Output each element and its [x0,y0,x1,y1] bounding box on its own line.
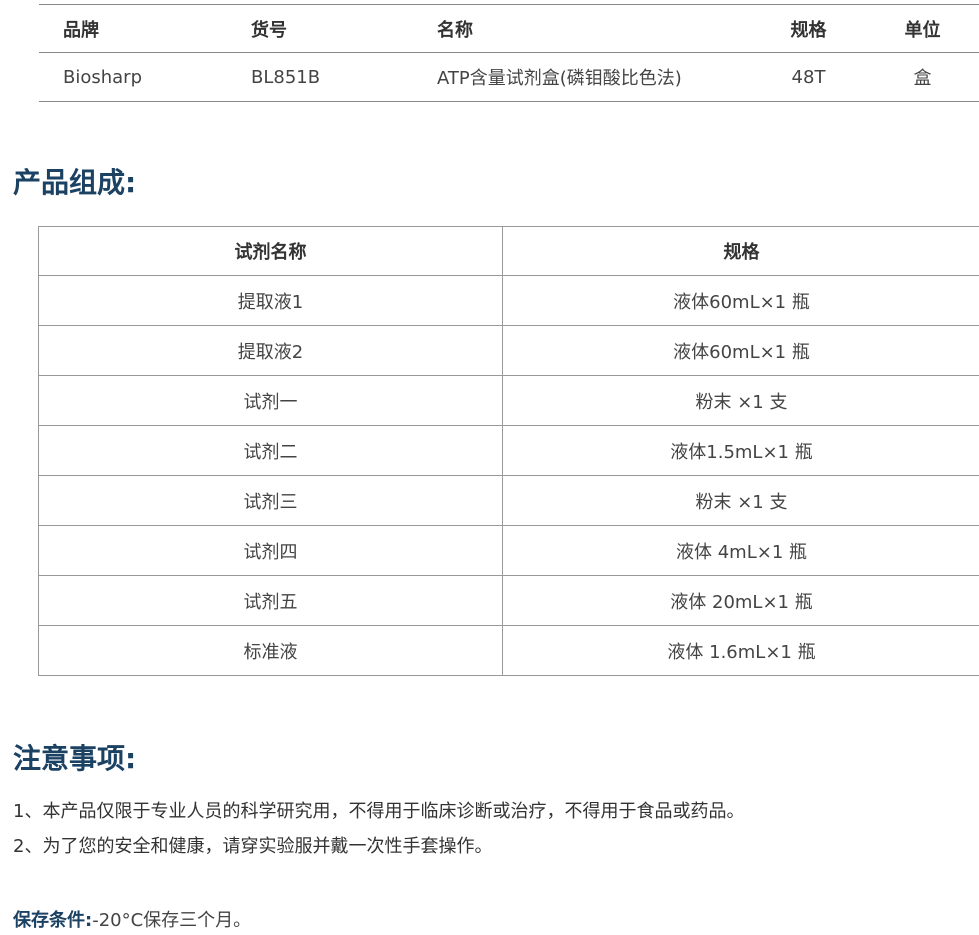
notes-title: 注意事项: [13,742,136,776]
product-info-header-row: 品牌 货号 名称 规格 单位 [39,5,979,53]
reagent-name: 提取液2 [39,326,503,376]
product-document: 品牌 货号 名称 规格 单位 Biosharp BL851B ATP含量试剂盒(… [0,0,979,933]
unit-value: 盒 [866,53,979,102]
table-row: 提取液2 液体60mL×1 瓶 [39,326,979,376]
product-name-value: ATP含量试剂盒(磷钼酸比色法) [413,53,751,102]
table-row: 标准液 液体 1.6mL×1 瓶 [39,626,979,676]
header-catalog-number: 货号 [227,5,413,53]
list-item: 1、本产品仅限于专业人员的科学研究用，不得用于临床诊断或治疗，不得用于食品或药品… [13,794,744,829]
composition-header-row: 试剂名称 规格 [39,227,979,276]
table-row: 试剂三 粉末 ×1 支 [39,476,979,526]
product-info-table: 品牌 货号 名称 规格 单位 Biosharp BL851B ATP含量试剂盒(… [39,4,979,102]
reagent-name: 提取液1 [39,276,503,326]
header-reagent-spec: 规格 [503,227,979,276]
storage-label: 保存条件: [13,910,92,931]
table-row: 提取液1 液体60mL×1 瓶 [39,276,979,326]
reagent-spec: 粉末 ×1 支 [503,476,979,526]
composition-table: 试剂名称 规格 提取液1 液体60mL×1 瓶 提取液2 液体60mL×1 瓶 … [38,226,979,676]
composition-title: 产品组成: [13,166,136,200]
reagent-name: 试剂二 [39,426,503,476]
reagent-name: 试剂一 [39,376,503,426]
header-unit: 单位 [866,5,979,53]
list-item: 2、为了您的安全和健康，请穿实验服并戴一次性手套操作。 [13,829,744,864]
reagent-spec: 粉末 ×1 支 [503,376,979,426]
table-row: 试剂五 液体 20mL×1 瓶 [39,576,979,626]
product-info-row: Biosharp BL851B ATP含量试剂盒(磷钼酸比色法) 48T 盒 [39,53,979,102]
reagent-spec: 液体1.5mL×1 瓶 [503,426,979,476]
reagent-spec: 液体 20mL×1 瓶 [503,576,979,626]
reagent-spec: 液体60mL×1 瓶 [503,276,979,326]
reagent-spec: 液体60mL×1 瓶 [503,326,979,376]
reagent-name: 试剂三 [39,476,503,526]
header-brand: 品牌 [39,5,227,53]
header-specification: 规格 [751,5,866,53]
reagent-name: 试剂五 [39,576,503,626]
header-reagent-name: 试剂名称 [39,227,503,276]
reagent-name: 标准液 [39,626,503,676]
storage-value: -20°C保存三个月。 [92,910,251,931]
reagent-spec: 液体 4mL×1 瓶 [503,526,979,576]
brand-value: Biosharp [39,53,227,102]
table-row: 试剂二 液体1.5mL×1 瓶 [39,426,979,476]
specification-value: 48T [751,53,866,102]
storage-conditions: 保存条件:-20°C保存三个月。 [13,907,251,935]
catalog-number-value: BL851B [227,53,413,102]
reagent-name: 试剂四 [39,526,503,576]
table-row: 试剂四 液体 4mL×1 瓶 [39,526,979,576]
notes-list: 1、本产品仅限于专业人员的科学研究用，不得用于临床诊断或治疗，不得用于食品或药品… [13,794,744,864]
header-product-name: 名称 [413,5,751,53]
table-row: 试剂一 粉末 ×1 支 [39,376,979,426]
reagent-spec: 液体 1.6mL×1 瓶 [503,626,979,676]
